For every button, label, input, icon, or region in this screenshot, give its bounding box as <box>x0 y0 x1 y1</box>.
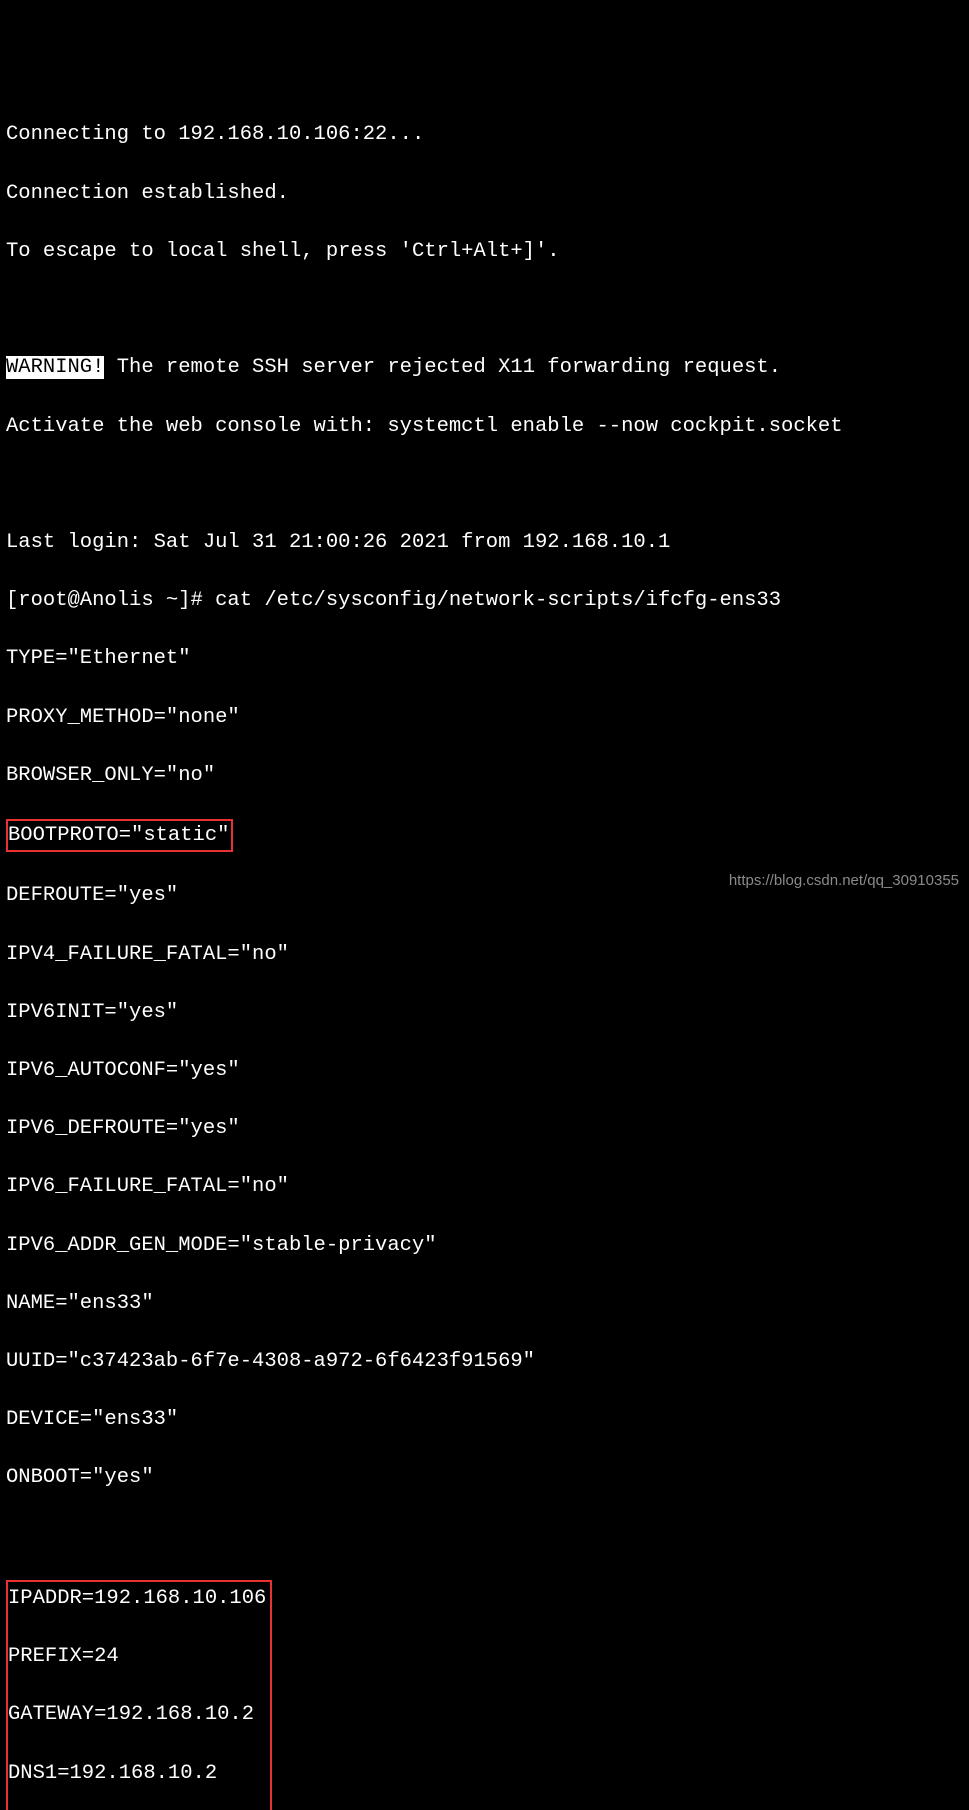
config-line: DNS1=192.168.10.2 <box>8 1759 266 1788</box>
config-line: IPV6_AUTOCONF="yes" <box>6 1056 963 1085</box>
config-line: TYPE="Ethernet" <box>6 644 963 673</box>
highlighted-config: BOOTPROTO="static" <box>6 819 963 852</box>
network-config-highlight: IPADDR=192.168.10.106 PREFIX=24 GATEWAY=… <box>6 1580 272 1810</box>
warning-text: The remote SSH server rejected X11 forwa… <box>104 356 781 379</box>
config-line: IPV6_ADDR_GEN_MODE="stable-privacy" <box>6 1231 963 1260</box>
blank-line <box>6 295 963 324</box>
blank-line <box>6 1522 963 1551</box>
terminal-line: Last login: Sat Jul 31 21:00:26 2021 fro… <box>6 528 963 557</box>
config-line: IPV6_FAILURE_FATAL="no" <box>6 1172 963 1201</box>
config-line: IPV6_DEFROUTE="yes" <box>6 1114 963 1143</box>
config-line: BROWSER_ONLY="no" <box>6 761 963 790</box>
terminal-line: Connecting to 192.168.10.106:22... <box>6 120 963 149</box>
config-line: IPV4_FAILURE_FATAL="no" <box>6 940 963 969</box>
config-line: IPV6INIT="yes" <box>6 998 963 1027</box>
config-line: GATEWAY=192.168.10.2 <box>8 1700 266 1729</box>
config-line: PROXY_METHOD="none" <box>6 703 963 732</box>
config-line: PREFIX=24 <box>8 1642 266 1671</box>
config-line: NAME="ens33" <box>6 1289 963 1318</box>
terminal-line: To escape to local shell, press 'Ctrl+Al… <box>6 237 963 266</box>
config-line: UUID="c37423ab-6f7e-4308-a972-6f6423f915… <box>6 1347 963 1376</box>
terminal-prompt-line: [root@Anolis ~]# cat /etc/sysconfig/netw… <box>6 586 963 615</box>
terminal-line: Connection established. <box>6 179 963 208</box>
bootproto-highlight: BOOTPROTO="static" <box>6 819 233 852</box>
terminal-line: WARNING! The remote SSH server rejected … <box>6 353 963 382</box>
blank-line <box>6 470 963 499</box>
warning-tag: WARNING! <box>6 356 104 379</box>
terminal-line: Activate the web console with: systemctl… <box>6 412 963 441</box>
config-line: IPADDR=192.168.10.106 <box>8 1584 266 1613</box>
config-line: DEVICE="ens33" <box>6 1405 963 1434</box>
config-line: ONBOOT="yes" <box>6 1463 963 1492</box>
watermark: https://blog.csdn.net/qq_30910355 <box>729 870 959 891</box>
